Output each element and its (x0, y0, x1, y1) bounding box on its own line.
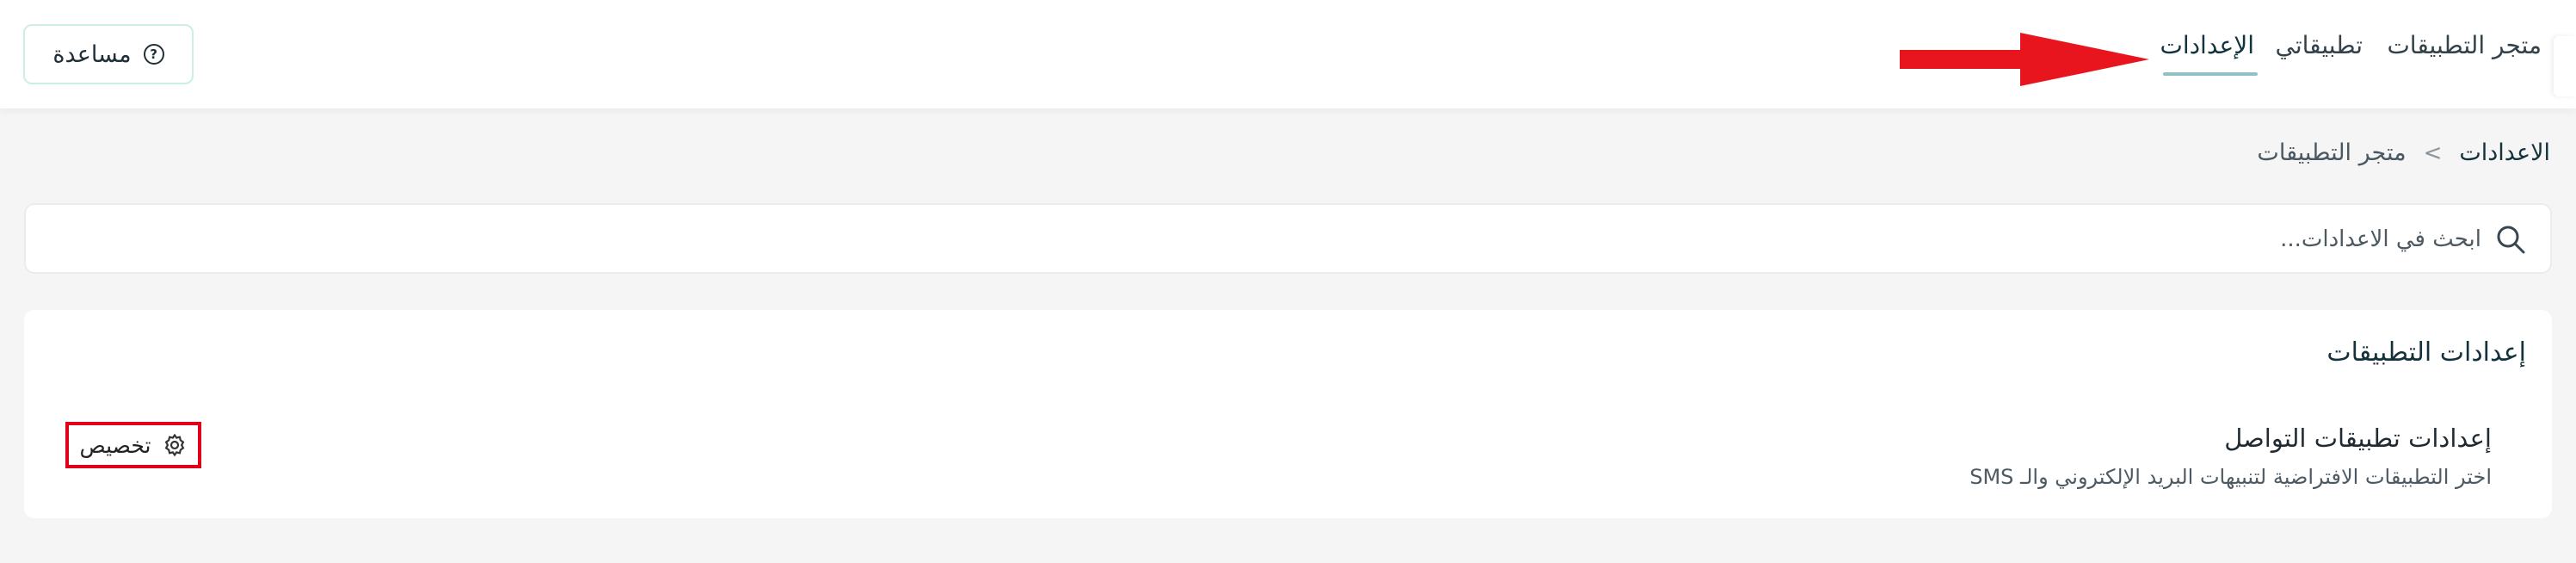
help-button[interactable]: ? مساعدة (23, 24, 194, 84)
breadcrumb-current: الاعدادات (2459, 139, 2550, 166)
search-icon (2497, 226, 2525, 254)
help-question-icon: ? (143, 44, 164, 65)
communication-apps-settings-title: إعدادات تطبيقات التواصل (2224, 424, 2492, 453)
communication-apps-settings-description: اختر التطبيقات الافتراضية لتنبيهات البري… (1969, 465, 2492, 489)
tab-settings[interactable]: الإعدادات (2160, 31, 2254, 59)
search-bar[interactable] (24, 203, 2552, 274)
active-tab-indicator (2163, 72, 2258, 76)
top-navigation-bar: ? مساعدة متجر التطبيقات تطبيقاتي الإعداد… (0, 0, 2576, 108)
search-input[interactable] (416, 213, 2481, 265)
breadcrumb-app-store-link[interactable]: متجر التطبيقات (2257, 139, 2406, 166)
tab-my-apps[interactable]: تطبيقاتي (2276, 31, 2363, 59)
red-arrow-annotation-icon (1900, 33, 2149, 86)
gear-icon (165, 433, 185, 457)
side-panel-handle[interactable] (2554, 36, 2576, 96)
help-button-label: مساعدة (52, 40, 132, 68)
customize-button-label: تخصيص (79, 432, 151, 458)
breadcrumb: متجر التطبيقات > الاعدادات (2257, 139, 2550, 166)
app-settings-card: إعدادات التطبيقات إعدادات تطبيقات التواص… (24, 310, 2552, 518)
chevron-left-icon: > (2423, 139, 2443, 166)
tab-app-store[interactable]: متجر التطبيقات (2387, 31, 2542, 59)
section-title: إعدادات التطبيقات (2326, 337, 2526, 368)
customize-button[interactable]: تخصيص (65, 422, 201, 468)
